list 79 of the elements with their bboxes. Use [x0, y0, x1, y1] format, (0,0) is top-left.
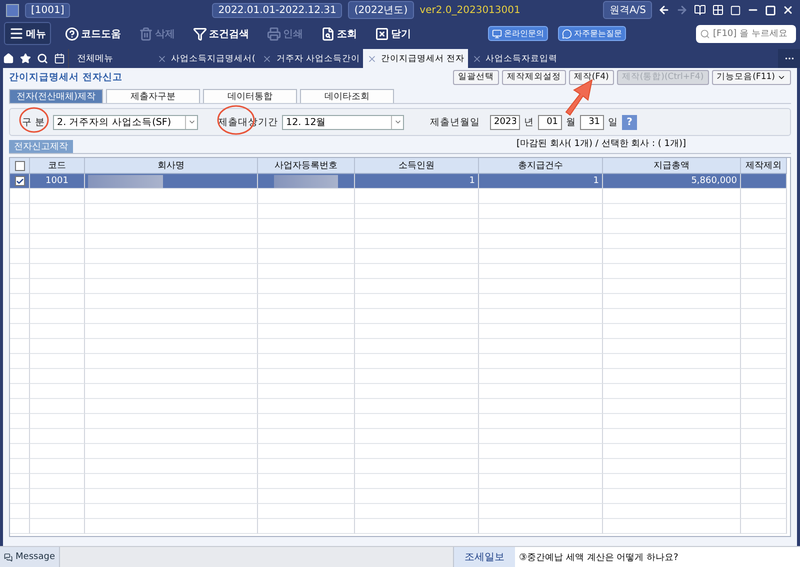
document-search-icon	[321, 26, 335, 40]
close-icon[interactable]	[782, 4, 794, 16]
book-icon[interactable]	[694, 4, 706, 16]
circle-annotation	[19, 107, 49, 133]
type-label: 구 분	[22, 116, 46, 128]
forward-arrow-icon[interactable]	[676, 4, 688, 16]
toolbar-button[interactable]: 조건검색	[189, 24, 253, 44]
type-dropdown[interactable]: 2. 거주자의 사업소득(SF)	[53, 114, 198, 130]
news-source-label: 조세일보	[453, 547, 515, 567]
search-field[interactable]: [F10] 을 누르세요	[696, 24, 796, 42]
table-cell: 1001	[30, 174, 85, 189]
trash-icon	[139, 26, 153, 40]
action-button[interactable]: 일괄선택	[452, 70, 499, 84]
page-title: 간이지급명세서 전자신고	[9, 70, 122, 84]
year-unit: 년	[524, 116, 534, 128]
company-code: [1001]	[25, 2, 70, 18]
toolbar-button[interactable]: 조회	[317, 24, 361, 44]
date-label: 제출년월일	[430, 116, 480, 128]
back-arrow-icon[interactable]	[658, 4, 670, 16]
document-tab[interactable]: 사업소득자료입력	[468, 49, 561, 68]
remote-support-button[interactable]: 원격A/S	[603, 1, 652, 19]
column-header: 소득인원	[355, 158, 479, 174]
month-field[interactable]: 01	[538, 114, 562, 130]
printer-icon	[267, 26, 281, 40]
filter-icon	[193, 26, 207, 40]
news-ticker[interactable]: ③중간예납 세액 계산은 어떻게 하나요?	[515, 547, 800, 567]
app-icon	[6, 4, 19, 16]
chat-bubble-icon	[562, 28, 572, 38]
day-unit: 일	[608, 116, 618, 128]
action-button[interactable]: 제작(F4)	[568, 70, 614, 84]
table-cell	[741, 174, 787, 189]
grid-icon[interactable]	[712, 4, 724, 16]
sub-tab[interactable]: 제출자구분	[106, 89, 200, 103]
table-cell: 1	[355, 174, 479, 189]
sub-tab[interactable]: 데이터통합	[203, 89, 297, 103]
monitor-icon	[492, 28, 502, 38]
message-button[interactable]: Message	[0, 547, 60, 567]
toolbar-button[interactable]: 닫기	[371, 24, 415, 44]
sub-tab[interactable]: 전자(전산매체)제작	[9, 89, 103, 103]
document-tab[interactable]: 사업소득지급명세서(	[153, 49, 258, 68]
support-button[interactable]: 자주묻는질문	[558, 26, 626, 41]
menu-button[interactable]: 메뉴	[4, 22, 51, 45]
caret-icon	[188, 118, 196, 126]
close-icon	[375, 26, 389, 40]
table-cell: 5,860,000	[603, 174, 741, 189]
caret-icon	[394, 118, 402, 126]
blurred-text	[274, 174, 338, 188]
arrow-annotation	[565, 79, 593, 116]
version-text: ver2.0_2023013001	[420, 4, 520, 16]
year-field[interactable]: 2023	[490, 114, 520, 130]
period-dropdown[interactable]: 12. 12월	[282, 114, 404, 130]
maximize-icon[interactable]	[765, 4, 776, 16]
day-field[interactable]: 31	[580, 114, 604, 130]
row-checkbox[interactable]	[14, 176, 24, 186]
period-text: 2022.01.01-2022.12.31	[212, 2, 342, 18]
search-icon	[700, 28, 710, 38]
column-header: 사업자등록번호	[258, 158, 355, 174]
action-button[interactable]: 제작제외설정	[502, 70, 566, 84]
column-header: 제작제외	[741, 158, 787, 174]
question-icon	[65, 26, 79, 40]
column-header: 코드	[30, 158, 85, 174]
fiscal-year-text: (2022년도)	[348, 1, 414, 19]
column-header: 회사명	[85, 158, 258, 174]
toolbar-button[interactable]: 코드도움	[61, 24, 125, 44]
column-header: 총지급건수	[479, 158, 603, 174]
table-cell: 1	[479, 174, 603, 189]
summary-text: [마감된 회사( 1개) / 선택한 회사 : ( 1개)]	[516, 138, 686, 150]
windows-icon[interactable]	[730, 4, 741, 16]
sub-tab[interactable]: 데이타조회	[300, 89, 394, 103]
menu-icon	[9, 26, 24, 41]
action-button[interactable]: 기능모음(F11)	[712, 70, 791, 84]
chat-bubble-icon	[4, 552, 13, 562]
column-header: 지급총액	[603, 158, 741, 174]
document-tab[interactable]: 간이지급명세서 전자	[363, 49, 468, 68]
document-tab[interactable]: 거주자 사업소득간이	[258, 49, 364, 68]
support-button[interactable]: 온라인문의	[488, 26, 548, 41]
more-icon[interactable]	[778, 49, 800, 68]
month-unit: 월	[566, 116, 576, 128]
select-all-checkbox[interactable]	[14, 160, 24, 170]
